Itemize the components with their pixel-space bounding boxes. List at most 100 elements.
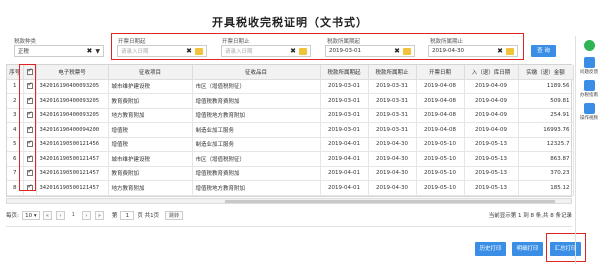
history-print-button[interactable]: 历史打印 (475, 242, 506, 256)
tax-record-table: 序号电子税票号征收项目征收品目税款所属期起税款所属期止开票日期入（退）库日期实缴… (6, 64, 574, 197)
column-header: 征收品目 (192, 65, 321, 80)
issue-date: 2019-04-08 (416, 93, 465, 109)
table-row[interactable]: 6342016190500121457城市维护建设税市区（增值税附征）2019-… (7, 151, 574, 167)
storage-date: 2019-04-09 (464, 79, 519, 94)
fill-date-start-label: 开票日期起 (118, 39, 146, 45)
period-end: 2019-03-31 (368, 108, 417, 123)
levy-item: 教育费附加 (108, 93, 193, 109)
period-start-input[interactable]: 2019-03-01 ✖ (325, 45, 415, 57)
page-suffix: 页 共1页 (137, 213, 160, 219)
levy-subitem: 增值税地方教育附加 (192, 180, 321, 196)
period-end: 2019-04-30 (368, 166, 417, 181)
detail-print-button[interactable]: 明细打印 (512, 242, 543, 256)
fill-date-start-placeholder: 请录入日期 (121, 49, 149, 55)
column-header: 开票日期 (416, 65, 465, 80)
period-end: 2019-04-30 (368, 151, 417, 167)
storage-date: 2019-05-13 (464, 137, 519, 152)
ticket-number: 342016190400094200 (36, 122, 109, 138)
paid-amount: 1189.56 (518, 79, 574, 94)
wechat-icon[interactable] (583, 40, 595, 51)
fill-date-start-input[interactable]: 请录入日期 ✖ (117, 45, 207, 57)
table-row[interactable]: 3342016190400093205地方教育附加增值税地方教育附加2019-0… (7, 108, 574, 123)
column-header: 税款所属期起 (320, 65, 369, 80)
column-header: 入（退）库日期 (464, 65, 519, 80)
ticket-number: 342016190400093205 (36, 108, 109, 123)
clear-icon[interactable]: ✖ (290, 47, 296, 55)
levy-subitem: 增值税教育费附加 (192, 93, 321, 109)
page-jump-input[interactable]: 1 (120, 210, 135, 220)
checkbox-column-highlight (19, 64, 36, 191)
last-page-button[interactable]: » (94, 210, 104, 220)
go-button[interactable]: 跳转 (165, 210, 184, 220)
clear-icon[interactable]: ✖ (87, 47, 93, 55)
period-start: 2019-04-01 (320, 151, 369, 167)
clear-icon[interactable]: ✖ (186, 47, 192, 55)
period-start: 2019-03-01 (320, 122, 369, 138)
column-header: 征收项目 (108, 65, 193, 80)
column-header: 实缴（退）金额 (518, 65, 574, 80)
page-size-select[interactable]: 10 ▾ (21, 210, 40, 220)
table-row[interactable]: 7342016190500121457教育费附加增值税教育费附加2019-04-… (7, 166, 574, 181)
page-size-label: 每页: (6, 213, 19, 219)
calendar-icon[interactable] (299, 47, 307, 55)
video-icon[interactable] (583, 103, 595, 114)
sidebar-divider (575, 36, 576, 264)
table-row[interactable]: 1342016190400093205城市维护建设税市区（增值税附征）2019-… (7, 79, 574, 94)
divider (6, 226, 572, 227)
table-row[interactable]: 5342016190500121456增值税制造业加工服务2019-04-012… (7, 137, 574, 152)
issue-date: 2019-04-08 (416, 122, 465, 138)
ticket-number: 342016190400093205 (36, 93, 109, 109)
sidebar-item-guide[interactable]: 办税指南 (578, 93, 600, 99)
clear-icon[interactable]: ✖ (497, 47, 503, 55)
feedback-icon[interactable] (583, 57, 595, 68)
storage-date: 2019-04-09 (464, 93, 519, 109)
right-sidebar: 问题反馈 办税指南 操作视频 (578, 40, 600, 126)
table-row[interactable]: 8342016190500121457地方教育附加增值税地方教育附加2019-0… (7, 180, 574, 196)
calendar-icon[interactable] (403, 47, 411, 55)
issue-date: 2019-05-10 (416, 137, 465, 152)
prev-page-button[interactable]: ‹ (55, 210, 65, 220)
tax-type-label: 税款种类 (14, 39, 37, 45)
next-page-button[interactable]: › (81, 210, 91, 220)
paid-amount: 12325.7 (518, 137, 574, 152)
pagination: 每页: 10 ▾ « ‹ 1 › » 第 1 页 共1页 跳转 当前显示第 1 … (6, 208, 572, 222)
clear-icon[interactable]: ✖ (394, 47, 400, 55)
period-start: 2019-04-01 (320, 180, 369, 196)
calendar-icon[interactable] (195, 47, 203, 55)
query-button[interactable]: 查 询 (531, 45, 556, 57)
storage-date: 2019-05-13 (464, 180, 519, 196)
period-end-input[interactable]: 2019-04-30 ✖ (428, 45, 518, 57)
guide-icon[interactable] (583, 80, 595, 91)
period-end: 2019-03-31 (368, 122, 417, 138)
table-row[interactable]: 2342016190400093205教育费附加增值税教育费附加2019-03-… (7, 93, 574, 109)
paid-amount: 370.23 (518, 166, 574, 181)
levy-subitem: 市区（增值税附征） (192, 151, 321, 167)
table-header-row: 序号电子税票号征收项目征收品目税款所属期起税款所属期止开票日期入（退）库日期实缴… (7, 65, 574, 80)
levy-subitem: 制造业加工服务 (192, 122, 321, 138)
paid-amount: 254.91 (518, 108, 574, 123)
first-page-button[interactable]: « (42, 210, 52, 220)
horizontal-scrollbar[interactable] (6, 198, 572, 204)
sidebar-item-video[interactable]: 操作视频 (578, 116, 600, 122)
summary-print-highlight (546, 233, 586, 262)
ticket-number: 342016190500121457 (36, 166, 109, 181)
period-start-value: 2019-03-01 (329, 48, 361, 54)
calendar-icon[interactable] (506, 47, 514, 55)
scrollbar-thumb[interactable] (225, 200, 555, 203)
ticket-number: 342016190500121456 (36, 137, 109, 152)
levy-item: 地方教育附加 (108, 180, 193, 196)
chevron-down-icon[interactable]: ▼ (95, 48, 100, 55)
levy-item: 城市维护建设税 (108, 151, 193, 167)
page-prefix: 第 (111, 213, 118, 219)
storage-date: 2019-04-09 (464, 122, 519, 138)
table-body: 1342016190400093205城市维护建设税市区（增值税附征）2019-… (7, 79, 574, 196)
ticket-number: 342016190500121457 (36, 151, 109, 167)
issue-date: 2019-05-10 (416, 180, 465, 196)
fill-date-end-input[interactable]: 请录入日期 ✖ (221, 45, 311, 57)
period-start: 2019-03-01 (320, 79, 369, 94)
period-start: 2019-03-01 (320, 108, 369, 123)
tax-type-select[interactable]: 正税 ✖ ▼ (14, 45, 104, 57)
table-row[interactable]: 4342016190400094200增值税制造业加工服务2019-03-012… (7, 122, 574, 138)
sidebar-item-feedback[interactable]: 问题反馈 (578, 70, 600, 76)
paid-amount: 16993.76 (518, 122, 574, 138)
